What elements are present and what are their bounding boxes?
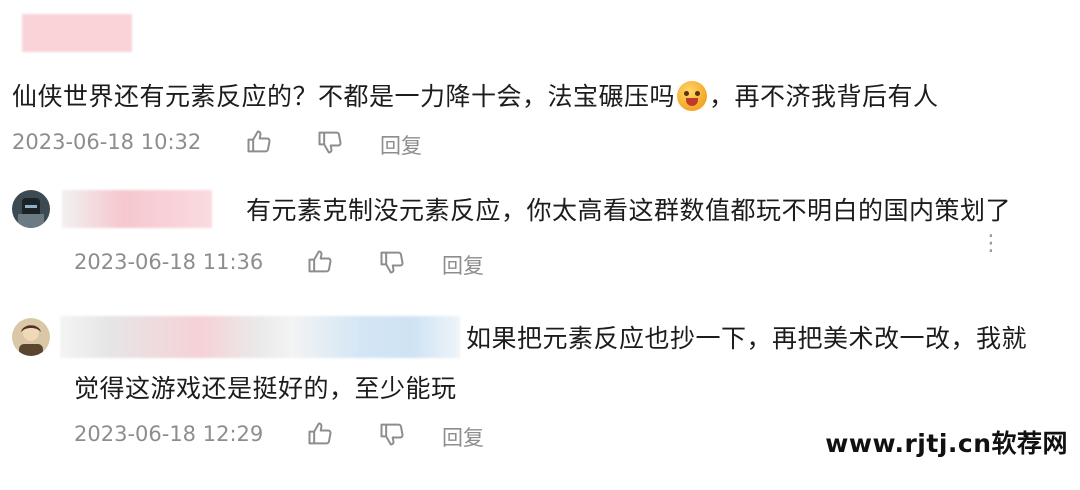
blurred-username: [22, 14, 132, 52]
blurred-username: [60, 316, 460, 358]
timestamp: 2023-06-18 11:36: [74, 250, 264, 274]
comment-text: 如果把元素反应也抄一下，再把美术改一改，我就: [466, 324, 1028, 353]
watermark: www.rjtj.cn软荐网: [825, 429, 1068, 458]
cool-face-emoji-icon: [677, 81, 708, 111]
reply-button[interactable]: 回复: [380, 130, 422, 160]
thumbs-down-icon[interactable]: [378, 248, 406, 276]
thumbs-up-icon[interactable]: [306, 420, 334, 448]
thumbs-down-icon[interactable]: [316, 128, 344, 156]
timestamp: 2023-06-18 10:32: [12, 130, 202, 154]
avatar[interactable]: [12, 190, 50, 228]
comment-text: 仙侠世界还有元素反应的？不都是一力降十会，法宝碾压吗 ，再不济我背后有人: [12, 81, 939, 111]
reply-button[interactable]: 回复: [442, 422, 484, 452]
thumbs-up-icon[interactable]: [306, 248, 334, 276]
comment-text: 觉得这游戏还是挺好的，至少能玩: [74, 374, 457, 403]
blurred-username: [62, 190, 212, 228]
thumbs-down-icon[interactable]: [378, 420, 406, 448]
thumbs-up-icon[interactable]: [245, 128, 273, 156]
timestamp: 2023-06-18 12:29: [74, 422, 264, 446]
avatar[interactable]: [12, 318, 50, 356]
more-options-icon[interactable]: ⋮: [980, 233, 1002, 255]
comment-text: 有元素克制没元素反应，你太高看这群数值都玩不明白的国内策划了: [246, 196, 1012, 225]
reply-button[interactable]: 回复: [442, 250, 484, 280]
